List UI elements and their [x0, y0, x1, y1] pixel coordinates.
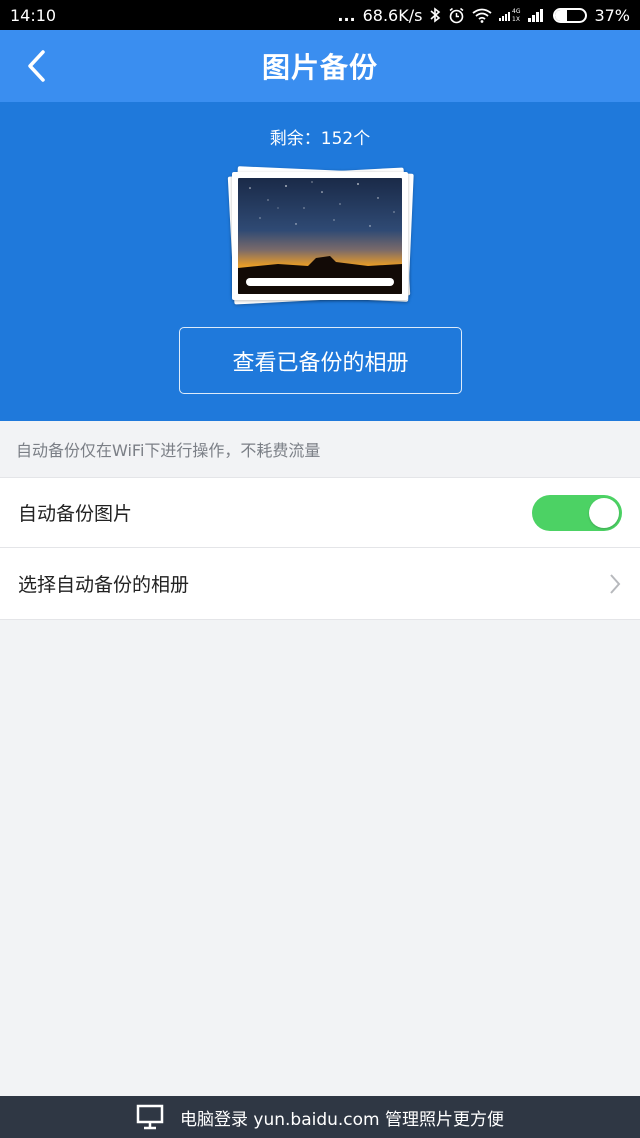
svg-text:1X: 1X — [512, 16, 520, 23]
battery-percent: 37% — [594, 5, 630, 25]
remaining-count: 剩余：152个 — [269, 129, 371, 149]
back-button[interactable] — [18, 48, 54, 84]
signal-icon — [528, 8, 546, 22]
choose-album-row[interactable]: 选择自动备份的相册 — [0, 548, 640, 620]
view-backed-up-album-button[interactable]: 查看已备份的相册 — [179, 327, 462, 394]
status-dots: ... — [337, 5, 356, 25]
chevron-left-icon — [28, 50, 45, 82]
alarm-icon — [448, 7, 465, 24]
wifi-notice: 自动备份仅在WiFi下进行操作，不耗费流量 — [0, 421, 640, 477]
status-right: ... 68.6K/s 4G 1X 37% — [337, 6, 630, 25]
monitor-icon — [136, 1104, 164, 1130]
photo-stack-image — [225, 166, 415, 308]
photo-progress-bar — [246, 278, 394, 286]
status-time: 14:10 — [10, 5, 57, 25]
network-speed: 68.6K/s — [362, 5, 423, 25]
chevron-right-icon — [610, 573, 621, 594]
choose-album-label: 选择自动备份的相册 — [18, 574, 190, 596]
status-bar: 14:10 ... 68.6K/s 4G 1X 37% — [0, 0, 640, 30]
footer-banner[interactable]: 电脑登录 yun.baidu.com 管理照片更方便 — [0, 1096, 640, 1138]
photo-card-front — [232, 172, 408, 300]
toggle-knob — [589, 497, 619, 528]
bluetooth-icon — [429, 7, 441, 23]
svg-text:4G: 4G — [512, 8, 521, 15]
auto-backup-label: 自动备份图片 — [18, 503, 133, 525]
auto-backup-row: 自动备份图片 — [0, 477, 640, 548]
starry-sky-photo — [238, 178, 402, 294]
auto-backup-toggle[interactable] — [532, 494, 622, 531]
wifi-icon — [472, 8, 492, 23]
backup-hero: 剩余：152个 查看已备份的相册 — [0, 102, 640, 421]
nav-bar: 图片备份 — [0, 30, 640, 102]
battery-icon — [553, 7, 588, 23]
signal-4g-icon: 4G 1X — [499, 7, 521, 23]
footer-text: 电脑登录 yun.baidu.com 管理照片更方便 — [179, 1109, 505, 1130]
page-title: 图片备份 — [261, 51, 378, 84]
